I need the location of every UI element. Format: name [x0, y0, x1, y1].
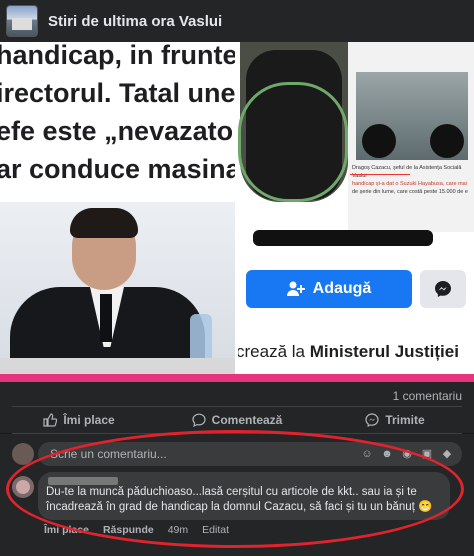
messenger-button[interactable]	[420, 270, 466, 308]
comment-input[interactable]: Scrie un comentariu... ☺ ☻ ◉ ▣ ◆	[38, 442, 462, 466]
comment-label: Comentează	[211, 413, 283, 427]
comments-section: Scrie un comentariu... ☺ ☻ ◉ ▣ ◆ Du-te l…	[0, 434, 474, 556]
messenger-share-icon	[365, 413, 379, 427]
post-image[interactable]: handicap, in frunte cu irectorul. Tatal …	[0, 42, 474, 382]
add-friend-label: Adaugă	[312, 280, 372, 297]
article-panel: handicap, in frunte cu irectorul. Tatal …	[0, 42, 235, 382]
comment-edited: Editat	[202, 524, 230, 536]
pink-bar	[0, 374, 474, 382]
thumbs-up-icon	[43, 413, 58, 427]
article-headline: handicap, in frunte cu irectorul. Tatal …	[0, 42, 235, 184]
comment-button[interactable]: Comentează	[158, 407, 316, 433]
add-person-icon	[286, 281, 305, 296]
comment-placeholder: Scrie un comentariu...	[50, 447, 167, 461]
commenter-avatar[interactable]	[12, 476, 34, 498]
post-actions: Îmi place Comentează Trimite	[0, 407, 474, 433]
comment-bubble: Du-te la muncă păduchioaso...lasă cerșit…	[38, 472, 450, 520]
bottom-caption: crează la Ministerul Justiției	[238, 342, 459, 361]
post-header: Stiri de ultima ora Vaslui	[0, 0, 474, 42]
comment-reply-link[interactable]: Răspunde	[103, 524, 154, 536]
comment-icon	[192, 413, 206, 427]
sticker-icon[interactable]: ◆	[440, 447, 454, 461]
share-label: Trimite	[385, 413, 425, 427]
like-label: Îmi place	[63, 413, 115, 427]
composer-icons: ☺ ☻ ◉ ▣ ◆	[360, 447, 454, 461]
screenshot-panel: Dragoș Cazacu, șeful de la Asistența Soc…	[238, 42, 474, 382]
comments-count[interactable]: 1 comentariu	[393, 389, 462, 403]
comment-like-link[interactable]: Îmi place	[44, 524, 89, 536]
comment-meta: Îmi place Răspunde 49m Editat	[44, 524, 229, 536]
emoji-icon[interactable]: ☻	[380, 447, 394, 461]
comment-time[interactable]: 49m	[168, 524, 188, 536]
add-friend-button[interactable]: Adaugă	[246, 270, 412, 308]
gif-icon[interactable]: ▣	[420, 447, 434, 461]
redacted-name	[253, 230, 433, 246]
my-avatar	[12, 443, 34, 465]
camera-icon[interactable]: ◉	[400, 447, 414, 461]
page-title[interactable]: Stiri de ultima ora Vaslui	[48, 13, 222, 30]
share-button[interactable]: Trimite	[316, 407, 474, 433]
commenter-name-redacted[interactable]	[48, 477, 118, 485]
page-avatar[interactable]	[6, 5, 38, 37]
comment-text: Du-te la muncă păduchioaso...lasă cerșit…	[46, 486, 433, 513]
like-button[interactable]: Îmi place	[0, 407, 158, 433]
avatar-sticker-icon[interactable]: ☺	[360, 447, 374, 461]
messenger-icon	[435, 281, 451, 297]
motorcycle-caption: Dragoș Cazacu, șeful de la Asistența Soc…	[352, 165, 468, 195]
man-photo	[0, 202, 235, 382]
